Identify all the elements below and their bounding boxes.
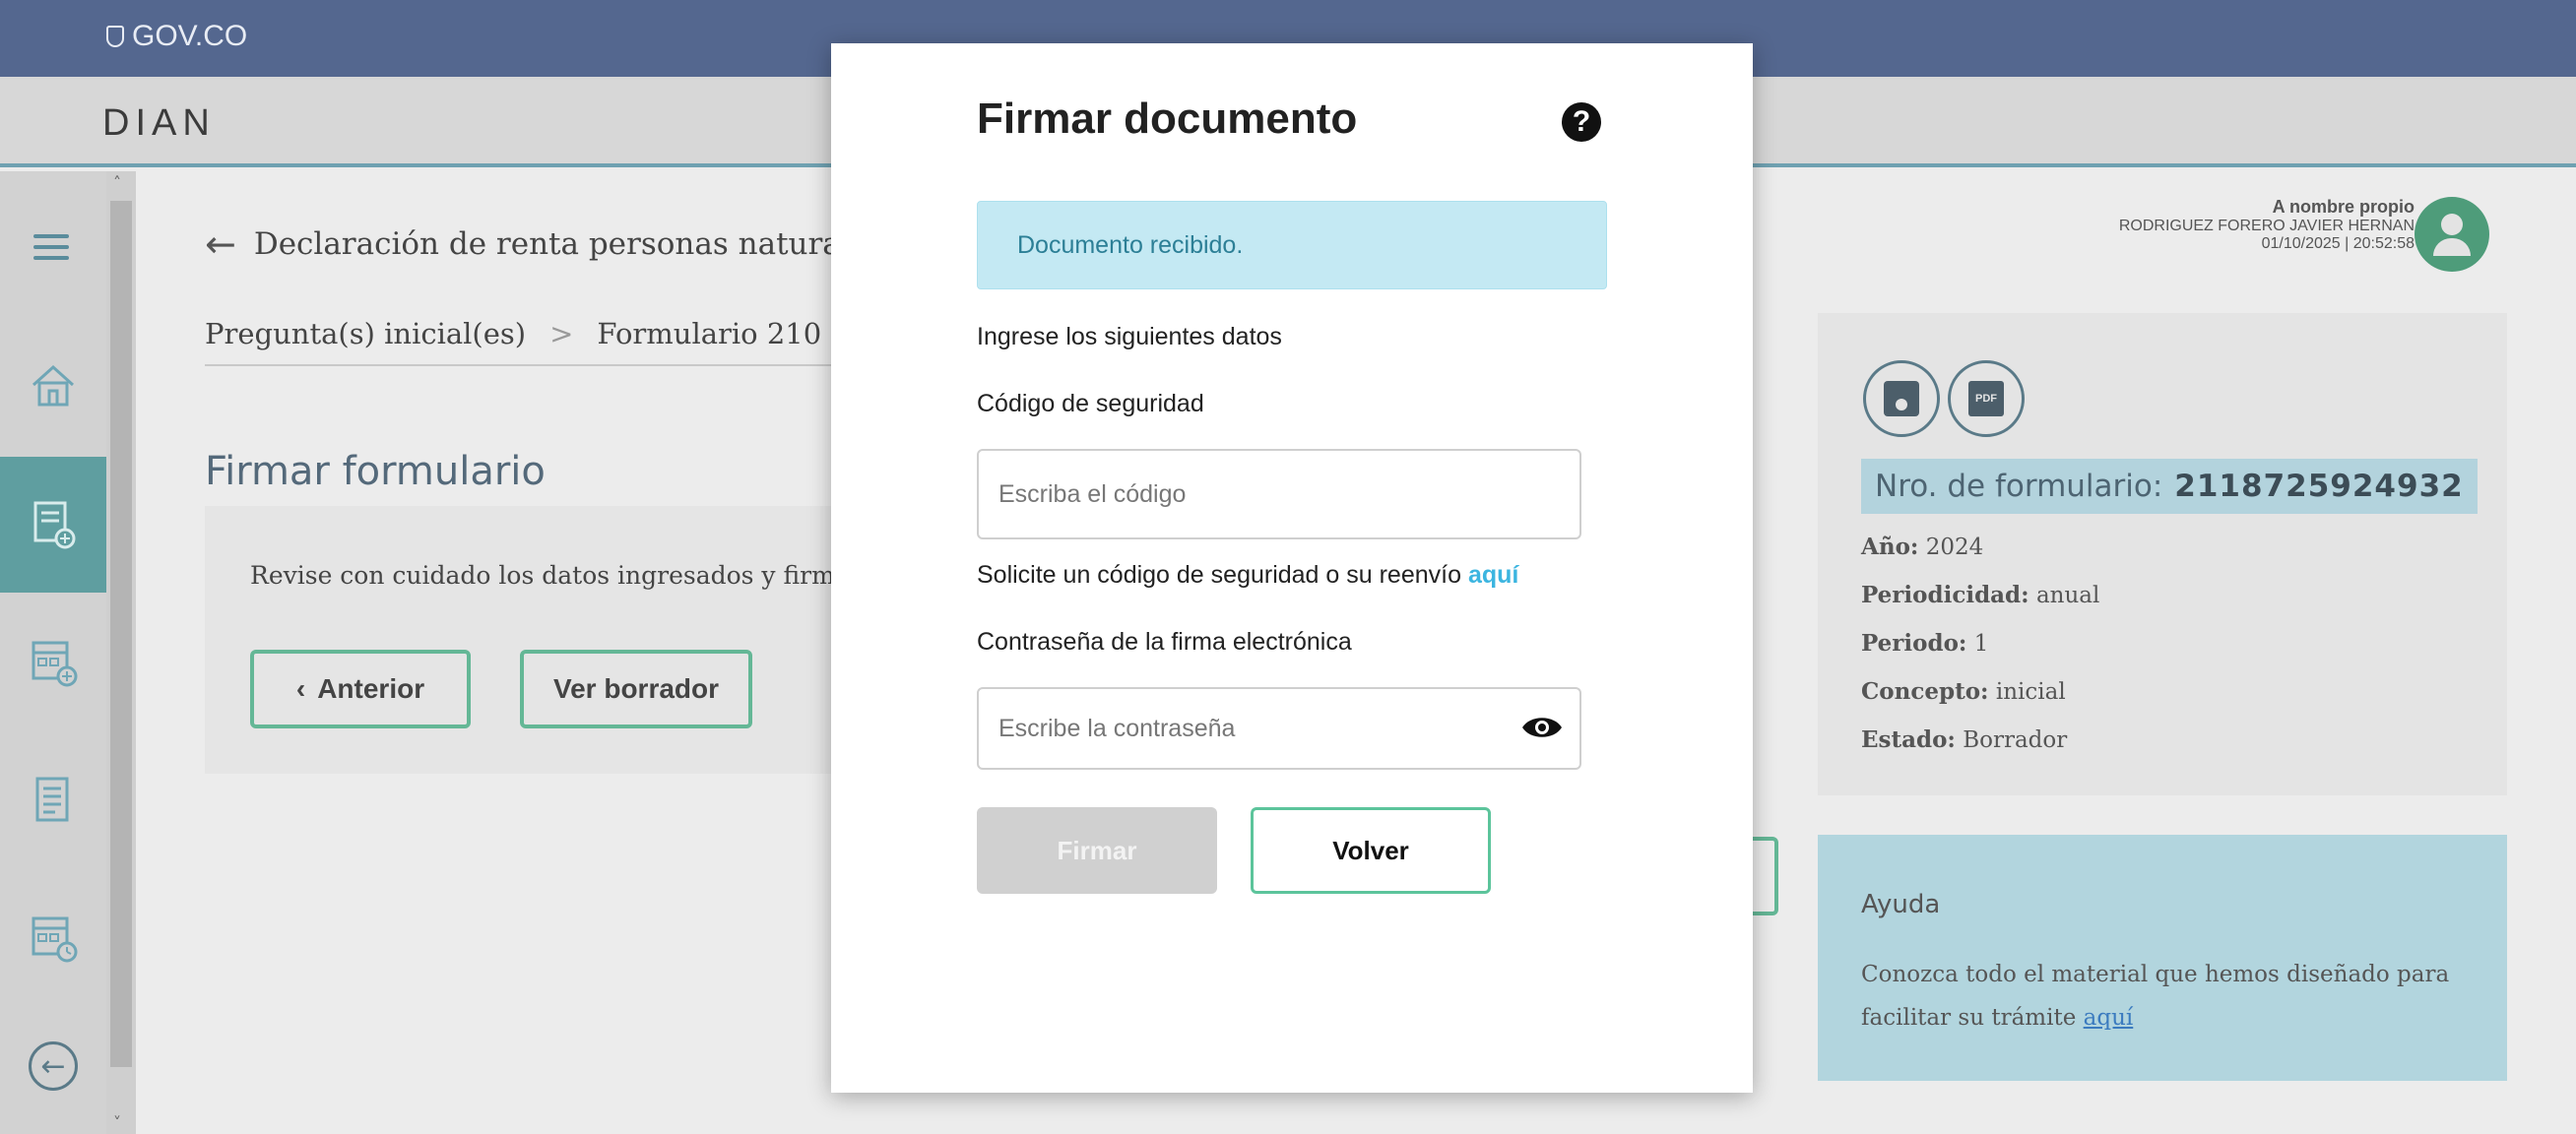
status-alert: Documento recibido. [977, 201, 1607, 289]
security-code-input[interactable] [977, 449, 1581, 539]
security-code-label: Código de seguridad [977, 390, 1204, 417]
resend-code-text: Solicite un código de seguridad o su ree… [977, 561, 1519, 589]
sign-button[interactable]: Firmar [977, 807, 1217, 894]
sign-document-modal: Firmar documento ? Documento recibido. I… [831, 43, 1753, 1093]
eye-icon[interactable] [1520, 713, 1564, 742]
back-button[interactable]: Volver [1251, 807, 1491, 894]
question-icon[interactable]: ? [1562, 102, 1601, 142]
password-label: Contraseña de la firma electrónica [977, 628, 1352, 656]
resend-code-link[interactable]: aquí [1468, 561, 1518, 589]
instructions-label: Ingrese los siguientes datos [977, 323, 1282, 350]
password-input[interactable] [977, 687, 1581, 770]
modal-title: Firmar documento [977, 94, 1358, 143]
